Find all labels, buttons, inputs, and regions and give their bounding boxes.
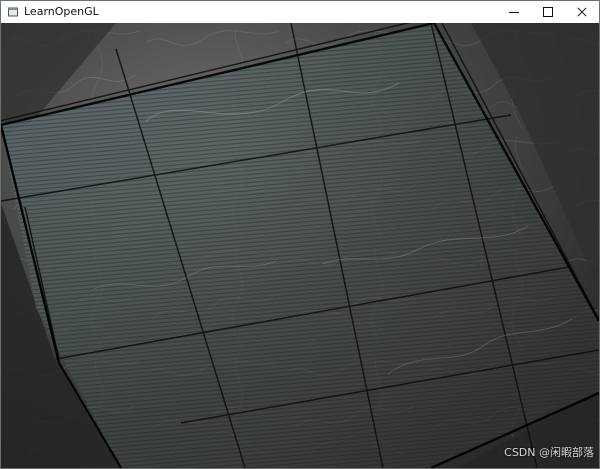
title-bar[interactable]: LearnOpenGL <box>1 1 599 23</box>
window-controls <box>497 1 599 23</box>
opengl-viewport[interactable]: CSDN @闲暇部落 <box>1 23 599 468</box>
maximize-icon <box>543 7 553 17</box>
maximize-button[interactable] <box>531 1 565 23</box>
window-title: LearnOpenGL <box>24 5 99 18</box>
watermark-text: CSDN @闲暇部落 <box>504 446 594 459</box>
app-window-icon <box>8 7 18 17</box>
close-icon <box>577 7 587 17</box>
minimize-icon <box>509 12 519 13</box>
close-button[interactable] <box>565 1 599 23</box>
rendered-scene <box>1 23 599 468</box>
minimize-button[interactable] <box>497 1 531 23</box>
application-window: LearnOpenGL CSDN @闲暇部落 <box>0 0 600 469</box>
